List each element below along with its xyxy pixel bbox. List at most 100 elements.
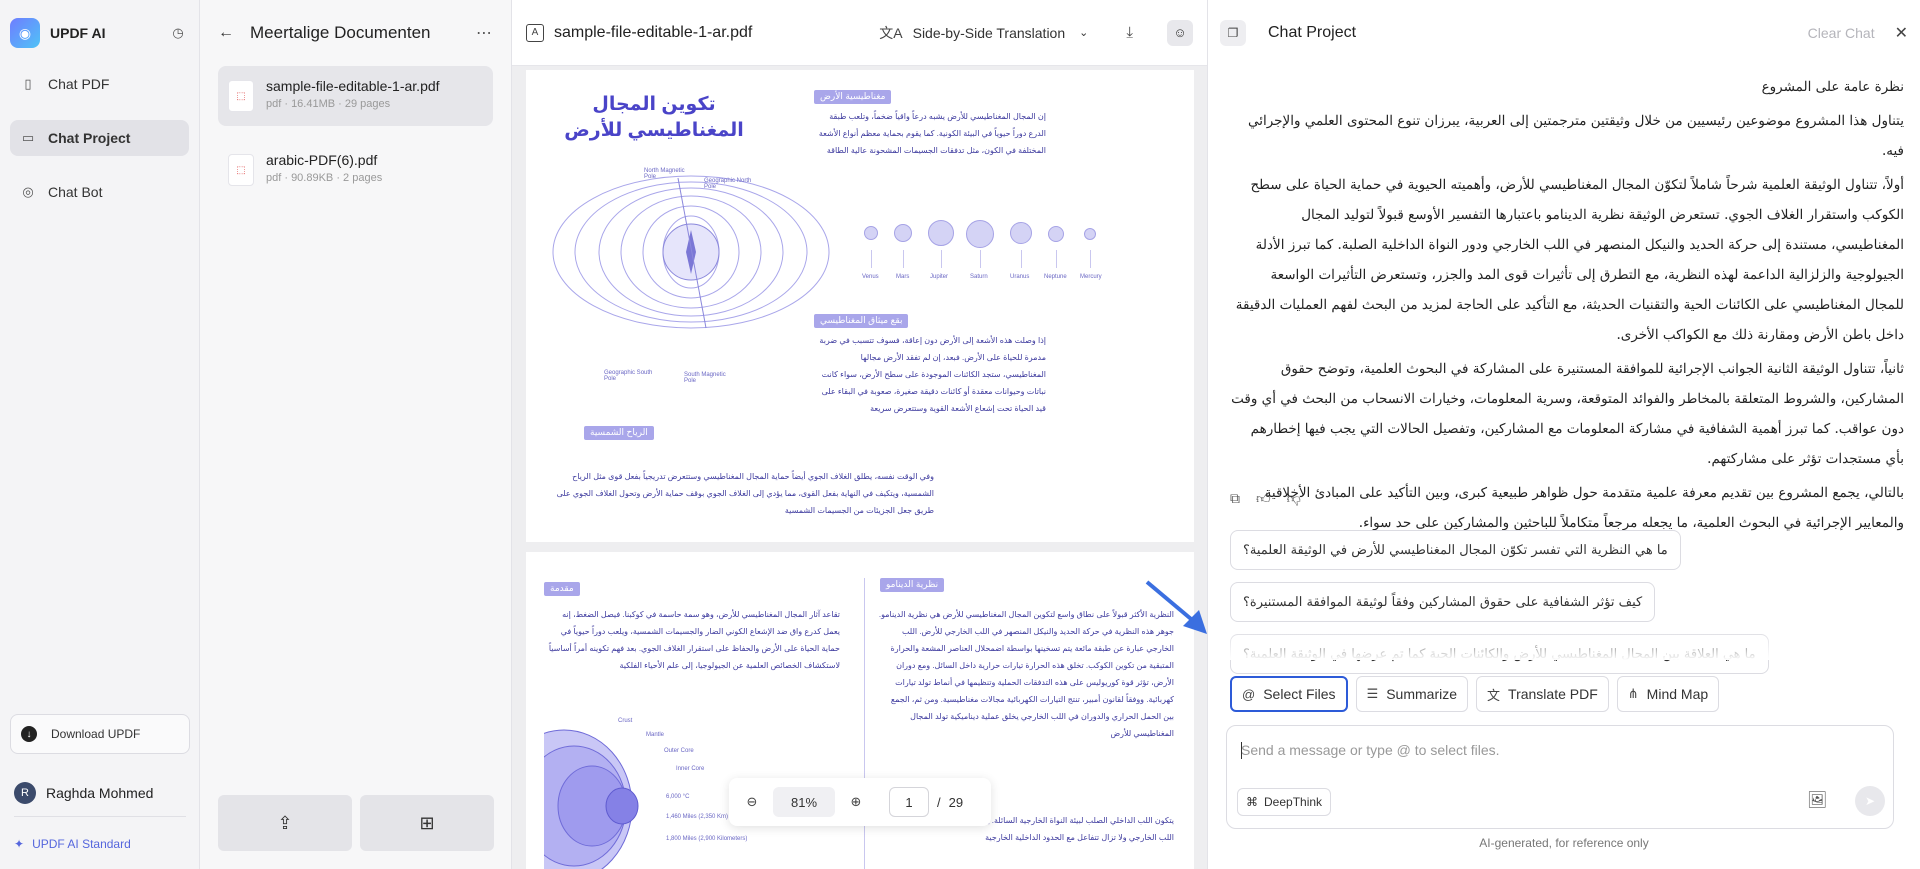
- file-meta: pdf · 90.89KB · 2 pages: [266, 172, 383, 184]
- section-tag: نظرية الدينامو: [880, 578, 945, 592]
- translate-icon: 文: [1487, 687, 1501, 703]
- paragraph: النظرية الأكثر قبولاً على نطاق واسع لتكو…: [878, 610, 1174, 738]
- summarize-button[interactable]: ☰ Summarize: [1355, 676, 1469, 712]
- suggested-question[interactable]: كيف تؤثر الشفافية على حقوق المشاركين وفق…: [1230, 582, 1656, 622]
- clear-chat-button[interactable]: Clear Chat: [1808, 25, 1875, 41]
- updf-logo-icon: ◉: [10, 18, 40, 48]
- disclaimer: AI-generated, for reference only: [1479, 836, 1649, 850]
- layer-label: Outer Core: [664, 748, 694, 754]
- viewer-toolbar: A sample-file-editable-1-ar.pdf 文A Side-…: [512, 0, 1207, 66]
- sidebar-item-chat-bot[interactable]: ◎ Chat Bot: [10, 174, 189, 210]
- text-caret: [1241, 742, 1242, 759]
- planet-mars: [894, 224, 912, 242]
- tool-label: Mind Map: [1646, 686, 1709, 702]
- upload-button[interactable]: ⇪: [218, 795, 352, 851]
- diagram-label: Geographic South Pole: [604, 370, 653, 382]
- project-files-panel: ← Meertalige Documenten ⋯ ⬚ sample-file-…: [200, 0, 512, 869]
- translate-pdf-button[interactable]: 文 Translate PDF: [1476, 676, 1609, 712]
- temp-label: 1,460 Miles (2,350 Km): [666, 814, 729, 820]
- deepthink-label: DeepThink: [1264, 795, 1323, 809]
- diagram-label: Geographic North Pole: [704, 178, 752, 190]
- plan-link[interactable]: ✦ UPDF AI Standard: [14, 837, 131, 851]
- zoom-out-icon[interactable]: ⊖: [739, 794, 765, 810]
- sidebar-item-chat-project[interactable]: ▭ Chat Project: [10, 120, 189, 156]
- user-profile[interactable]: R Raghda Mohmed: [14, 782, 153, 804]
- suggested-question[interactable]: ما هي النظرية التي تفسر تكوّن المجال الم…: [1230, 530, 1681, 570]
- thumbs-up-icon[interactable]: 👍︎: [1256, 490, 1271, 507]
- add-folder-button[interactable]: ⊞: [360, 795, 494, 851]
- planet-label: Uranus: [1010, 274, 1030, 280]
- select-files-button[interactable]: @ Select Files: [1230, 676, 1348, 712]
- sidebar-item-chat-pdf[interactable]: ▯ Chat PDF: [10, 66, 189, 102]
- diagram-label: North Magnetic Pole: [644, 168, 685, 180]
- mind-map-button[interactable]: ⋔ Mind Map: [1616, 676, 1720, 712]
- message-input[interactable]: Send a message or type @ to select files…: [1241, 742, 1500, 758]
- file-item[interactable]: ⬚ sample-file-editable-1-ar.pdf pdf · 16…: [218, 66, 493, 126]
- planet-neptune: [1048, 226, 1064, 242]
- chat-input-box[interactable]: Send a message or type @ to select files…: [1226, 725, 1894, 829]
- paragraph: إذا وصلت هذه الأشعة إلى الأرض دون إعاقة،…: [819, 336, 1046, 413]
- file-meta: pdf · 16.41MB · 29 pages: [266, 98, 391, 110]
- download-icon[interactable]: ⤓: [1126, 24, 1133, 41]
- planet-label: Mars: [896, 274, 910, 280]
- page-separator: /: [937, 794, 941, 810]
- mind-map-icon: ⋔: [1627, 686, 1639, 701]
- file-name: arabic-PDF(6).pdf: [266, 152, 378, 168]
- sidebar-item-label: Chat PDF: [48, 76, 110, 92]
- diagram-label: South Magnetic Pole: [684, 372, 726, 384]
- earth-layers-diagram: [544, 729, 639, 869]
- files-header: ← Meertalige Documenten ⋯: [200, 0, 511, 66]
- deepthink-toggle[interactable]: ⌘ DeepThink: [1237, 788, 1332, 816]
- zoom-in-icon[interactable]: ⊕: [843, 794, 869, 810]
- planet-label: Mercury: [1080, 274, 1102, 280]
- page-number-input[interactable]: 1: [889, 787, 929, 817]
- close-icon[interactable]: ✕: [1895, 23, 1908, 43]
- document-icon: ▯: [24, 76, 32, 91]
- pdf-page: تكوين المجال المغناطيسي للأرض مغناطيسية …: [526, 70, 1194, 542]
- upload-icon: ⇪: [277, 812, 293, 833]
- layer-label: Crust: [618, 718, 633, 724]
- file-item[interactable]: ⬚ arabic-PDF(6).pdf pdf · 90.89KB · 2 pa…: [218, 140, 493, 200]
- paragraph: وفي الوقت نفسه، يطلق الغلاف الجوي أيضاً …: [556, 472, 934, 515]
- planet-uranus: [1010, 222, 1032, 244]
- thumbs-down-icon[interactable]: 👎︎: [1287, 490, 1301, 507]
- title-line: المغناطيسي للأرض: [564, 120, 744, 141]
- sparkle-icon: ✦: [14, 837, 25, 851]
- planet-marker: [1021, 250, 1022, 268]
- more-options-icon[interactable]: ⋯: [476, 23, 493, 43]
- paragraph: تقاعد آثار المجال المغناطيسي للأرض، وهو …: [548, 610, 840, 670]
- back-arrow-icon[interactable]: ←: [218, 24, 234, 42]
- scroll-fade: [1208, 630, 1920, 660]
- temp-label: 1,800 Miles (2,900 Kilometers): [666, 836, 748, 842]
- download-icon: ↓: [21, 726, 37, 742]
- answer-heading: نظرة عامة على المشروع: [1761, 79, 1904, 95]
- app-name: UPDF AI: [50, 25, 106, 41]
- zoom-level[interactable]: 81%: [773, 787, 835, 817]
- send-button[interactable]: ➤: [1855, 786, 1885, 816]
- planet-marker: [871, 250, 872, 268]
- tool-label: Select Files: [1263, 686, 1336, 702]
- download-updf-button[interactable]: ↓ Download UPDF: [10, 714, 190, 754]
- translation-mode-dropdown[interactable]: 文A Side-by-Side Translation ⌄: [879, 23, 1088, 43]
- tool-label: Translate PDF: [1508, 686, 1598, 702]
- viewer-file-name: sample-file-editable-1-ar.pdf: [554, 23, 753, 41]
- ai-chat-icon[interactable]: ☺: [1167, 19, 1193, 46]
- image-upload-icon[interactable]: 🖼︎: [1807, 790, 1827, 810]
- zoom-controls: ⊖ 81% ⊕ 1 / 29: [729, 778, 991, 826]
- planet-jupiter: [928, 220, 954, 246]
- book-icon[interactable]: ❐: [1220, 20, 1246, 46]
- tool-label: Summarize: [1386, 686, 1458, 702]
- copy-icon[interactable]: ⧉: [1230, 490, 1240, 507]
- answer-paragraph: بالتالي، يجمع المشروع بين تقديم معرفة عل…: [1264, 485, 1904, 531]
- paragraph: إن المجال المغناطيسي للأرض يشبه درعاً وا…: [818, 112, 1046, 155]
- project-title: Meertalige Documenten: [250, 23, 431, 42]
- avatar: R: [14, 782, 36, 804]
- planet-marker: [980, 250, 981, 268]
- planet-marker: [1090, 250, 1091, 268]
- planet-label: Venus: [862, 274, 879, 280]
- at-icon: @: [1242, 686, 1256, 702]
- history-icon[interactable]: ◷: [167, 22, 189, 44]
- answer-actions: ⧉ 👍︎ 👎︎: [1230, 490, 1301, 507]
- section-tag: الرياح الشمسية: [584, 426, 654, 440]
- annotation-arrow: [1145, 580, 1207, 634]
